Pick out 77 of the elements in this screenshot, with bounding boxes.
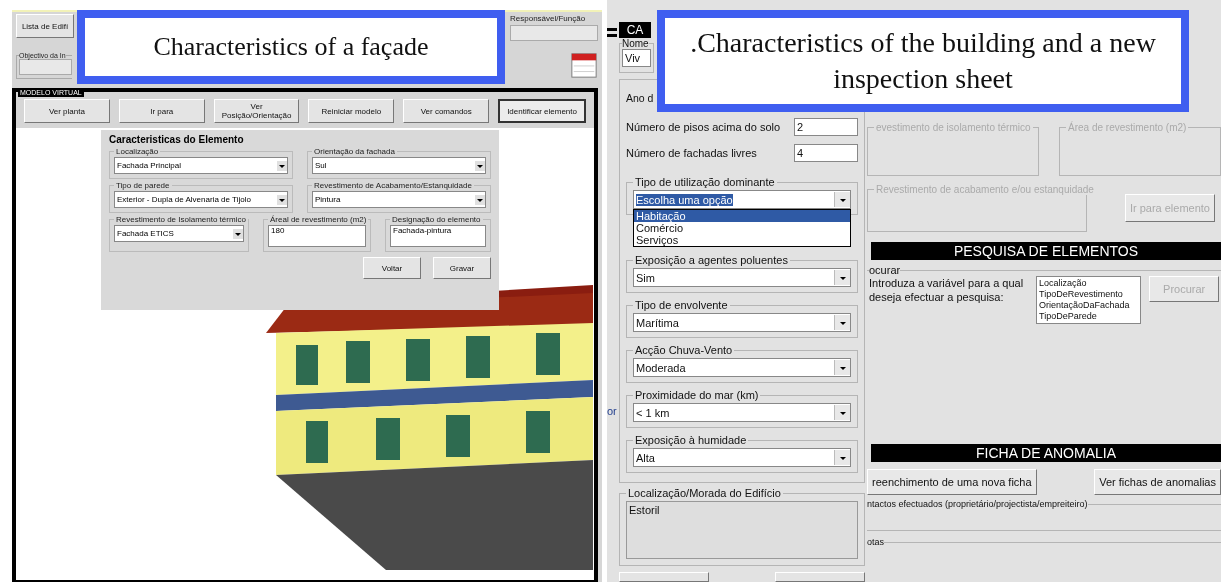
field-label: Designação do elemento <box>391 215 482 224</box>
field-label: Localização/Morada do Edifício <box>627 487 782 499</box>
dropdown[interactable]: Sul <box>312 157 486 174</box>
caret-icon <box>475 160 485 171</box>
caret-icon <box>277 194 287 205</box>
list-item[interactable]: Localização <box>1039 278 1139 289</box>
caret-icon <box>277 160 287 171</box>
address-field[interactable]: Estoril <box>626 501 858 559</box>
field-label: Ano d <box>626 92 654 104</box>
field-label: Proximidade do mar (km) <box>634 389 760 401</box>
list-button[interactable]: Lista de Edifí <box>16 14 74 38</box>
dropdown[interactable]: Escolha uma opção <box>633 190 851 209</box>
dropdown[interactable]: Fachada Principal <box>114 157 288 174</box>
field-label: ocurar <box>869 264 901 276</box>
list-item[interactable]: OrientaçãoDaFachada <box>1039 300 1139 311</box>
dropdown[interactable]: Moderada <box>633 358 851 377</box>
objective-field[interactable] <box>19 58 72 75</box>
link-fragment: or <box>607 405 617 417</box>
field-label: Tipo de envolvente <box>634 299 729 311</box>
caret-icon <box>233 228 243 239</box>
caption: .Characteristics of the building and a new inspection sheet <box>657 10 1189 112</box>
field-label: ntactos efectuados (proprietário/projectista/empreiteiro) <box>867 499 1088 509</box>
input-field[interactable]: Viv <box>622 48 651 67</box>
input-field[interactable]: Fachada-pintura <box>390 225 486 247</box>
list-item[interactable]: TipoDeParede <box>1039 311 1139 322</box>
caret-icon <box>475 194 485 205</box>
dialog-title: Caracteristicas do Elemento <box>109 134 245 145</box>
field-label: Tipo de parede <box>115 181 171 190</box>
toolbar-button[interactable]: Identificar elemento <box>498 99 586 123</box>
field-label: Revestimento de Acabamento/Estanquidade <box>313 181 473 190</box>
anomaly-button[interactable]: Ver fichas de anomalias <box>1094 469 1221 495</box>
anomaly-button[interactable]: reenchimento de uma nova ficha <box>867 469 1037 495</box>
dropdown[interactable]: Exterior - Dupla de Alvenaria de Tijolo <box>114 191 288 208</box>
field-label: Nome <box>622 37 649 49</box>
dialog-button[interactable]: Gravar <box>433 257 491 279</box>
variable-list[interactable]: Localização TipoDeRevestimento OrientaçãoDaFachada TipoDeParede <box>1036 276 1142 324</box>
toolbar-button[interactable]: Ir para <box>118 99 205 123</box>
dropdown-option[interactable]: Serviços <box>634 234 850 246</box>
field-label: Áreal de revestimento (m2) <box>269 215 368 224</box>
responsible-label: Responsável/Função <box>510 14 587 23</box>
list-item[interactable]: TipoDeRevestimento <box>1039 289 1139 300</box>
field-label: Exposição à humidade <box>634 434 748 446</box>
toolbar-button[interactable]: Ver Posição/Orientação <box>213 99 300 123</box>
button[interactable] <box>619 572 709 582</box>
field-label: Revestimento de Isolamento térmico <box>115 215 247 224</box>
section-header: FICHA DE ANOMALIA <box>871 444 1221 462</box>
dropdown[interactable]: Pintura <box>312 191 486 208</box>
dialog-button[interactable]: Voltar <box>363 257 421 279</box>
field-label: Orientação da fachada <box>313 147 396 156</box>
section-header: PESQUISA DE ELEMENTOS <box>871 242 1221 260</box>
caption: Characteristics of a façade <box>77 10 505 84</box>
field-label: Tipo de utilização dominante <box>634 176 776 188</box>
field-label: Exposição a agentes poluentes <box>634 254 789 266</box>
grip-icon <box>607 28 617 40</box>
responsible-field[interactable] <box>510 25 598 41</box>
calendar-icon[interactable] <box>570 50 598 80</box>
field-label: otas <box>867 537 884 547</box>
dropdown[interactable]: Alta <box>633 448 851 467</box>
input-field[interactable]: 4 <box>794 144 858 163</box>
dropdown[interactable]: < 1 km <box>633 403 851 422</box>
search-prompt: Introduza a variável para a qual deseja efectuar a pesquisa: <box>869 276 1025 304</box>
dropdown[interactable]: Fachada ETICS <box>114 225 244 242</box>
field-label: Número de pisos acima do solo <box>626 120 781 133</box>
input-field[interactable]: 180 <box>268 225 366 247</box>
field-label: Localização <box>115 147 160 156</box>
toolbar-button[interactable]: Ver planta <box>24 99 110 123</box>
section-header: CA <box>619 22 651 38</box>
dropdown-option[interactable]: Habitação <box>634 210 850 222</box>
field-label: Número de fachadas livres <box>626 147 757 160</box>
toolbar-button[interactable]: Ver comandos <box>403 99 490 123</box>
field-label: Acção Chuva-Vento <box>634 344 734 356</box>
button[interactable] <box>775 572 865 582</box>
dropdown[interactable]: Marítima <box>633 313 851 332</box>
input-field[interactable]: 2 <box>794 117 858 136</box>
dropdown[interactable]: Sim <box>633 268 851 287</box>
dropdown-option[interactable]: Comércio <box>634 222 850 234</box>
toolbar-button[interactable]: Reiniciar modelo <box>308 99 395 123</box>
